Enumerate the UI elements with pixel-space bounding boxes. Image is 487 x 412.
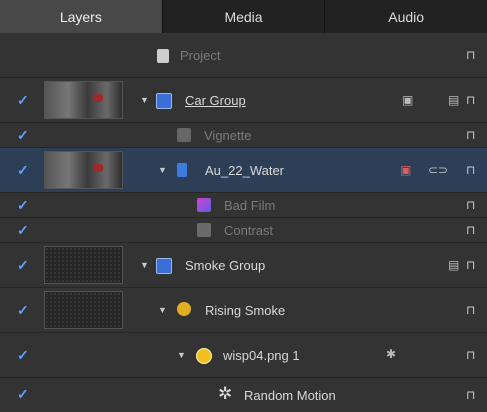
layer-type-icon: ▣ — [402, 93, 414, 107]
checkmark-icon[interactable]: ✓ — [17, 387, 30, 401]
group-icon — [156, 258, 172, 274]
lock-icon[interactable]: ⊓ — [466, 348, 475, 362]
layer-row-au-22-water[interactable]: ✓ ▼ Au_22_Water ▣ ⊂⊃ ⊓ — [0, 148, 487, 193]
layer-row-bad-film[interactable]: ✓ Bad Film ⊓ — [0, 193, 487, 218]
lock-icon[interactable]: ⊓ — [466, 48, 475, 62]
layer-row-project[interactable]: Project ⊓ — [0, 33, 487, 78]
gear-icon[interactable]: ✱ — [386, 347, 396, 361]
link-icon[interactable]: ⊂⊃ — [428, 163, 448, 177]
layer-row-rising-smoke[interactable]: ✓ ▼ Rising Smoke ⊓ — [0, 288, 487, 333]
layer-thumbnail — [44, 81, 123, 119]
disclosure-triangle-icon[interactable]: ▼ — [140, 95, 149, 105]
emitter-icon — [177, 302, 191, 316]
checkmark-icon[interactable]: ✓ — [17, 128, 30, 142]
filter-icon — [197, 198, 211, 212]
layer-label: Vignette — [204, 128, 252, 143]
checkmark-icon[interactable]: ✓ — [17, 258, 30, 272]
tab-audio[interactable]: Audio — [325, 0, 487, 33]
layer-label: Car Group — [185, 93, 246, 108]
disclosure-triangle-icon[interactable]: ▼ — [177, 350, 186, 360]
layer-row-contrast[interactable]: ✓ Contrast ⊓ — [0, 218, 487, 243]
tab-bar: Layers Media Audio — [0, 0, 487, 34]
lock-icon[interactable]: ⊓ — [466, 223, 475, 237]
checkmark-icon[interactable]: ✓ — [17, 198, 30, 212]
particle-cell-icon — [196, 348, 212, 364]
disclosure-triangle-icon[interactable]: ▼ — [158, 165, 167, 175]
layer-label: Project — [180, 48, 221, 63]
layer-thumbnail — [44, 151, 123, 189]
disclosure-triangle-icon[interactable]: ▼ — [140, 260, 149, 270]
layer-thumbnail — [44, 291, 123, 329]
layer-row-smoke-group[interactable]: ✓ ▼ Smoke Group ▤ ⊓ — [0, 243, 487, 288]
checkmark-icon[interactable]: ✓ — [17, 348, 30, 362]
layer-row-vignette[interactable]: ✓ Vignette ⊓ — [0, 123, 487, 148]
filter-icon — [197, 223, 211, 237]
layer-label: Contrast — [224, 223, 274, 238]
tab-media[interactable]: Media — [162, 0, 326, 33]
group-options-icon[interactable]: ▤ — [448, 93, 459, 107]
layer-row-car-group[interactable]: ✓ ▼ Car Group ▣ ▤ ⊓ — [0, 78, 487, 123]
layer-thumbnail — [44, 246, 123, 284]
project-icon — [157, 49, 169, 63]
layer-label: Bad Film — [224, 198, 276, 213]
group-options-icon[interactable]: ▤ — [448, 258, 459, 272]
group-icon — [156, 93, 172, 109]
lock-icon[interactable]: ⊓ — [466, 303, 475, 317]
lock-icon[interactable]: ⊓ — [466, 388, 475, 402]
layer-row-wisp04[interactable]: ✓ ▼ wisp04.png 1 ✱ ⊓ — [0, 333, 487, 378]
lock-icon[interactable]: ⊓ — [466, 128, 475, 142]
tab-layers[interactable]: Layers — [0, 0, 163, 33]
filter-icon — [177, 128, 191, 142]
checkmark-icon[interactable]: ✓ — [17, 223, 30, 237]
layer-label: Random Motion — [244, 388, 336, 403]
layer-label: Au_22_Water — [205, 163, 285, 178]
lock-icon[interactable]: ⊓ — [466, 93, 475, 107]
video-clip-icon — [177, 163, 187, 177]
lock-icon[interactable]: ⊓ — [466, 163, 475, 177]
layer-label: Smoke Group — [185, 258, 266, 273]
disclosure-triangle-icon[interactable]: ▼ — [158, 305, 167, 315]
layer-row-random-motion[interactable]: ✓ ✲ Random Motion ⊓ — [0, 378, 487, 412]
checkmark-icon[interactable]: ✓ — [17, 93, 30, 107]
gear-icon: ✲ — [218, 384, 233, 403]
layer-label: Rising Smoke — [205, 303, 286, 318]
checkmark-icon[interactable]: ✓ — [17, 163, 30, 177]
lock-icon[interactable]: ⊓ — [466, 258, 475, 272]
layers-list: Project ⊓ ✓ ▼ Car Group ▣ ▤ ⊓ ✓ Vignette… — [0, 33, 487, 412]
lock-icon[interactable]: ⊓ — [466, 198, 475, 212]
checkmark-icon[interactable]: ✓ — [17, 303, 30, 317]
effects-icon[interactable]: ▣ — [400, 163, 411, 177]
layer-label: wisp04.png 1 — [223, 348, 300, 363]
